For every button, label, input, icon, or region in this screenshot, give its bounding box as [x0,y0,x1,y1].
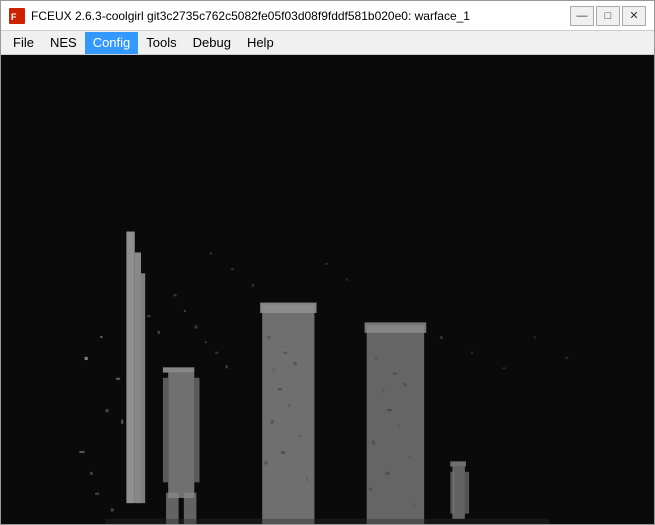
menu-nes[interactable]: NES [42,32,85,54]
close-button[interactable]: ✕ [622,6,646,26]
minimize-button[interactable]: — [570,6,594,26]
app-icon: F [9,8,25,24]
menu-help[interactable]: Help [239,32,282,54]
maximize-button[interactable]: □ [596,6,620,26]
svg-text:F: F [11,12,17,22]
game-content [1,55,654,524]
title-bar: F FCEUX 2.6.3-coolgirl git3c2735c762c508… [1,1,654,31]
game-canvas [1,55,654,524]
main-window: F FCEUX 2.6.3-coolgirl git3c2735c762c508… [0,0,655,525]
window-title: FCEUX 2.6.3-coolgirl git3c2735c762c5082f… [31,9,570,23]
menu-file[interactable]: File [5,32,42,54]
menu-bar: File NES Config Tools Debug Help [1,31,654,55]
menu-tools[interactable]: Tools [138,32,184,54]
menu-debug[interactable]: Debug [185,32,239,54]
window-controls: — □ ✕ [570,6,646,26]
menu-config[interactable]: Config [85,32,139,54]
